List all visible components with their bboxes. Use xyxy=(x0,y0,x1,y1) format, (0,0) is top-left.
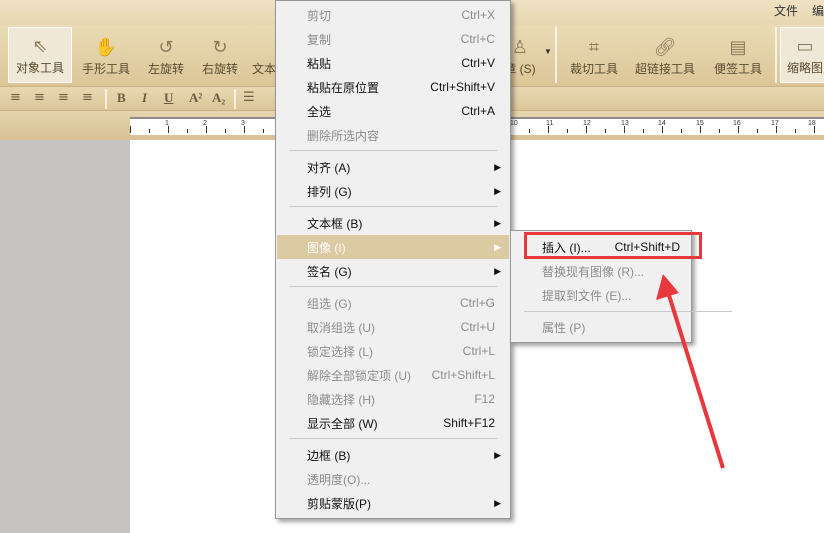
annotation-arrow xyxy=(656,274,725,469)
